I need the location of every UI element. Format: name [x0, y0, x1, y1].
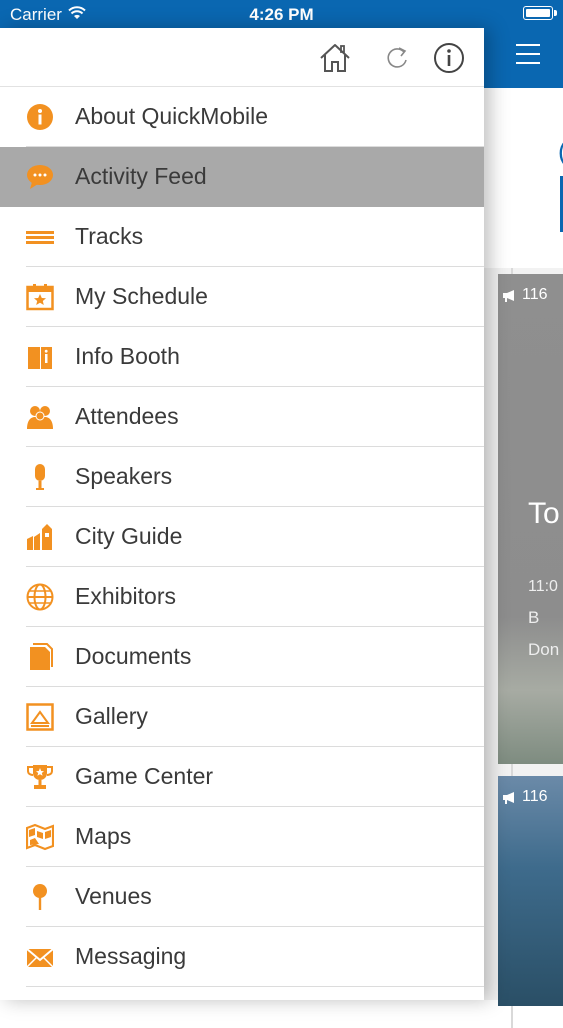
menu-item-tracks[interactable]: Tracks [0, 207, 484, 267]
menu-item-activity-feed[interactable]: Activity Feed [0, 147, 484, 207]
menu-item-exhibitors[interactable]: Exhibitors [0, 567, 484, 627]
menu-item-maps[interactable]: Maps [0, 807, 484, 867]
people-icon [27, 406, 53, 429]
menu-item-about-quickmobile[interactable]: About QuickMobile [0, 87, 484, 147]
chat-bubble-icon [27, 165, 53, 189]
hamburger-menu-icon[interactable] [516, 44, 540, 64]
card-room: B [528, 608, 540, 627]
globe-icon [26, 583, 54, 611]
info-booth-icon [28, 347, 52, 369]
title-fragment: ( [558, 136, 563, 167]
megaphone-icon [503, 289, 514, 302]
card-description: Don Futu his v [528, 640, 563, 659]
menu-label: Attendees [75, 403, 179, 429]
feed-card[interactable]: 116 To Fu 11:0 B Don Futu his v [498, 274, 563, 764]
calendar-star-icon [26, 284, 54, 311]
info-icon[interactable] [432, 42, 466, 74]
menu-item-venues[interactable]: Venues [0, 867, 484, 927]
menu-label: Info Booth [75, 343, 180, 369]
megaphone-icon [503, 791, 514, 804]
tracks-lines-icon [26, 231, 54, 244]
pin-icon [33, 884, 47, 910]
envelope-icon [26, 948, 54, 968]
menu-item-attendees[interactable]: Attendees [0, 387, 484, 447]
menu-label: Speakers [75, 463, 173, 489]
menu-label: Maps [75, 823, 132, 849]
card-announcement-count: 116 [502, 788, 548, 806]
card-announcement-count: 116 [502, 286, 548, 304]
map-icon [26, 823, 54, 851]
menu-item-messaging[interactable]: Messaging [0, 927, 484, 987]
status-bar: Carrier 4:26 PM [0, 0, 563, 28]
menu-label: Game Center [75, 763, 214, 789]
card-title: To Fu [528, 497, 563, 530]
info-circle-icon [27, 104, 53, 130]
document-icon [30, 643, 53, 670]
menu-label: Venues [75, 883, 152, 909]
main-content: ( 116 To Fu 11:0 B Don Futu his v 116 [484, 28, 563, 1028]
menu-label: Documents [75, 643, 192, 669]
menu-label: Activity Feed [75, 163, 207, 189]
main-title-area: ( [484, 88, 563, 268]
menu-label: City Guide [75, 523, 183, 549]
drawer-header [0, 28, 484, 87]
microphone-icon [35, 464, 45, 490]
battery-icon [523, 6, 557, 20]
main-header [484, 28, 563, 88]
menu-label: About QuickMobile [75, 103, 269, 129]
feed-card[interactable]: 116 [498, 776, 563, 1006]
city-icon [27, 524, 52, 550]
menu-item-info-booth[interactable]: Info Booth [0, 327, 484, 387]
refresh-icon[interactable] [380, 42, 414, 74]
menu-label: Gallery [75, 703, 148, 729]
menu-item-gallery[interactable]: Gallery [0, 687, 484, 747]
menu-label: Messaging [75, 943, 187, 969]
menu-label: My Schedule [75, 283, 208, 309]
menu-item-documents[interactable]: Documents [0, 627, 484, 687]
menu-item-game-center[interactable]: Game Center [0, 747, 484, 807]
menu-item-my-schedule[interactable]: My Schedule [0, 267, 484, 327]
menu-item-city-guide[interactable]: City Guide [0, 507, 484, 567]
navigation-drawer: About QuickMobile Activity Feed Tracks M… [0, 28, 484, 1000]
trophy-icon [27, 765, 53, 789]
card-time: 11:0 [528, 578, 558, 595]
picture-icon [26, 703, 54, 731]
menu-label: Tracks [75, 223, 144, 249]
drawer-menu: About QuickMobile Activity Feed Tracks M… [0, 87, 484, 987]
menu-item-speakers[interactable]: Speakers [0, 447, 484, 507]
menu-label: Exhibitors [75, 583, 176, 609]
clock: 4:26 PM [249, 5, 314, 24]
home-icon[interactable] [318, 42, 352, 74]
